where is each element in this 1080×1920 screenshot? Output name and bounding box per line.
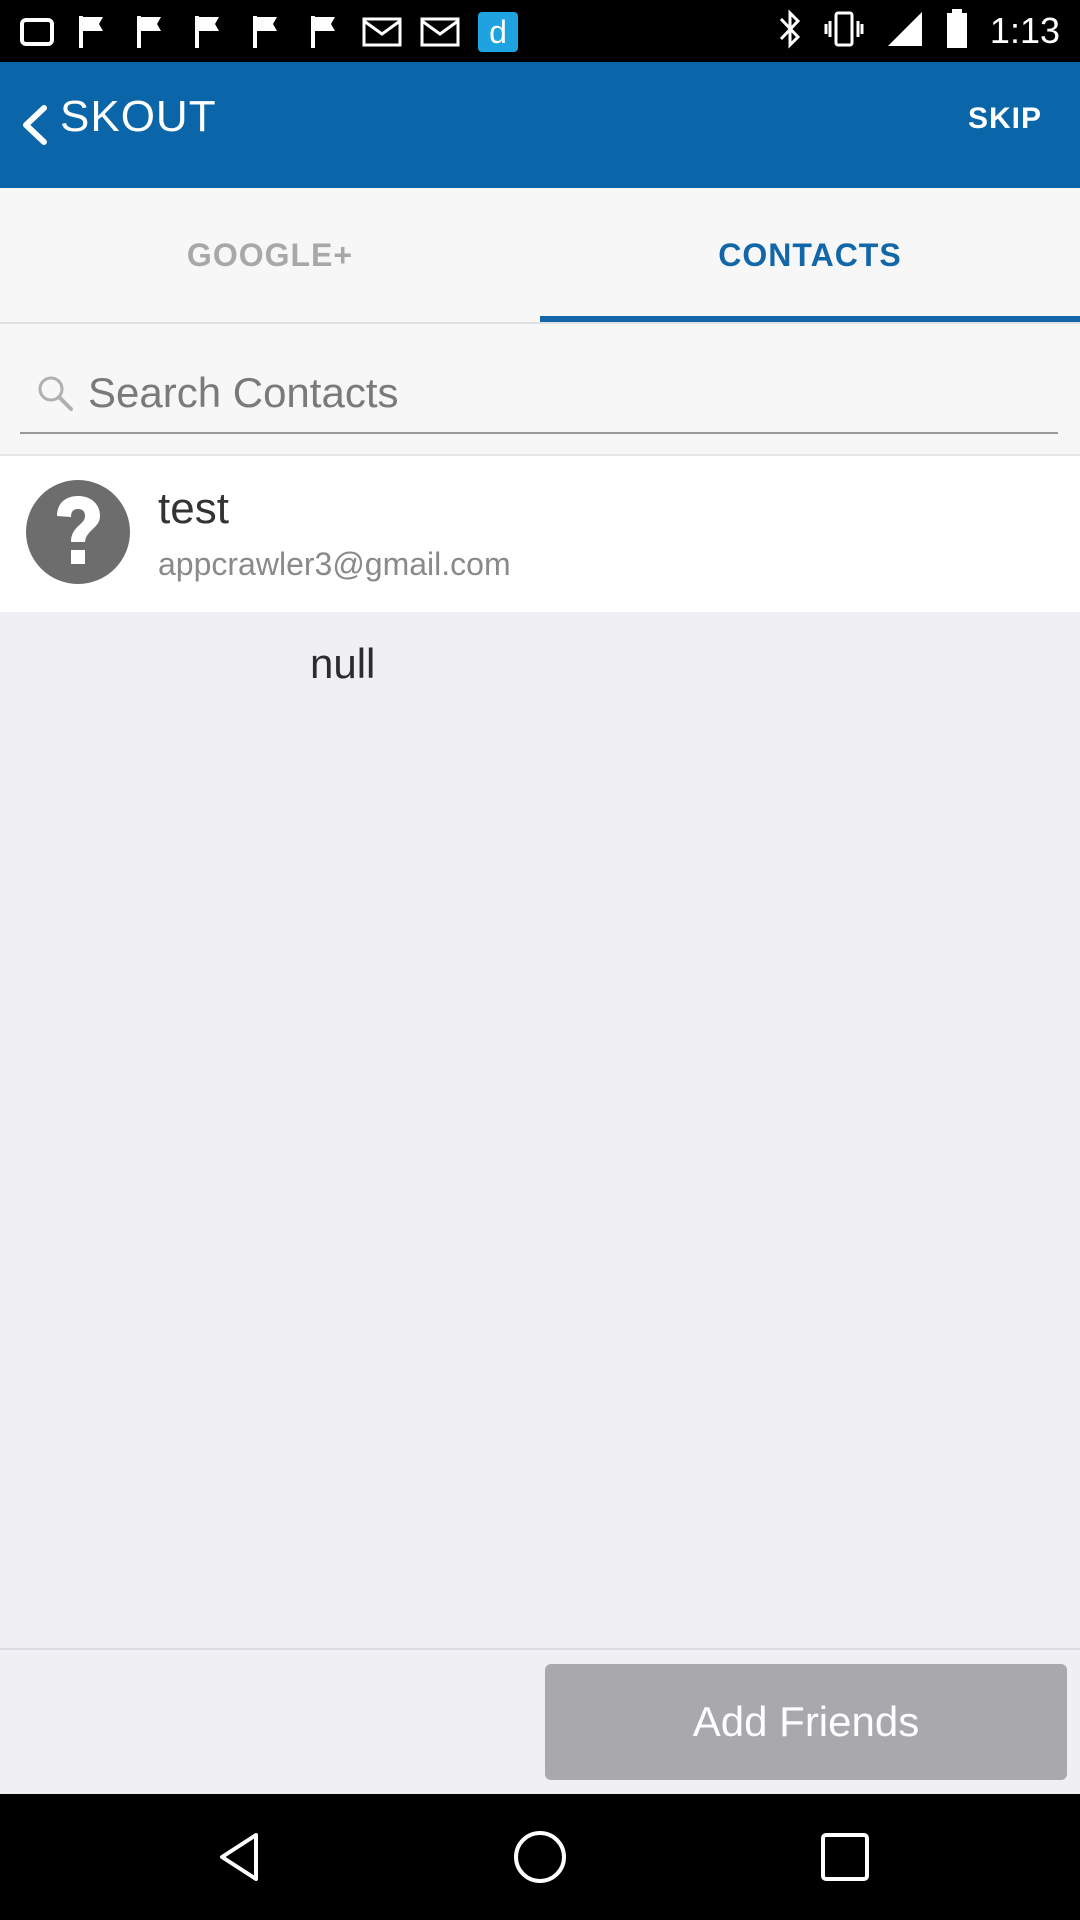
system-icons: 1:13 (778, 0, 1060, 62)
null-label: null (310, 640, 376, 687)
flag-icon (188, 13, 228, 51)
question-mark-icon (57, 496, 100, 564)
navigation-bar (0, 1794, 1080, 1920)
search-field[interactable] (20, 354, 1058, 434)
add-friends-button[interactable]: Add Friends (545, 1664, 1067, 1780)
message-icon (20, 18, 54, 46)
tab-google-plus[interactable]: GOOGLE+ (0, 188, 540, 322)
search-bar (0, 324, 1080, 456)
app-d-icon: d (478, 12, 518, 52)
search-input[interactable] (86, 354, 1050, 432)
search-icon (38, 376, 73, 411)
signal-icon (886, 10, 924, 53)
selected-tab-indicator (540, 316, 1080, 322)
bottom-divider (0, 1648, 1080, 1650)
nav-recents-icon[interactable] (815, 1827, 875, 1887)
email-icon (362, 13, 402, 51)
bluetooth-icon (778, 8, 802, 54)
flag-icon (72, 13, 112, 51)
flag-icon (130, 13, 170, 51)
back-arrow-icon[interactable] (14, 100, 54, 150)
flag-icon (246, 13, 286, 51)
skip-button[interactable]: SKIP (968, 102, 1042, 136)
nav-back-icon[interactable] (210, 1827, 270, 1887)
list-item[interactable]: test appcrawler3@gmail.com (0, 456, 1080, 612)
battery-icon (946, 8, 968, 54)
action-bar: SKOUT SKIP (0, 62, 1080, 188)
app-title[interactable]: SKOUT (60, 92, 217, 142)
flag-icon (304, 13, 344, 51)
contact-email: appcrawler3@gmail.com (158, 546, 511, 582)
contact-name: test (158, 484, 229, 533)
clock: 1:13 (989, 10, 1060, 51)
status-bar: d 1:13 (0, 0, 1080, 62)
tab-contacts[interactable]: CONTACTS (540, 188, 1080, 322)
tab-bar: GOOGLE+ CONTACTS (0, 188, 1080, 324)
vibrate-icon (824, 9, 864, 54)
notification-icons: d (20, 12, 518, 52)
avatar (26, 480, 130, 584)
nav-home-icon[interactable] (510, 1827, 570, 1887)
mail-icon (420, 13, 460, 51)
